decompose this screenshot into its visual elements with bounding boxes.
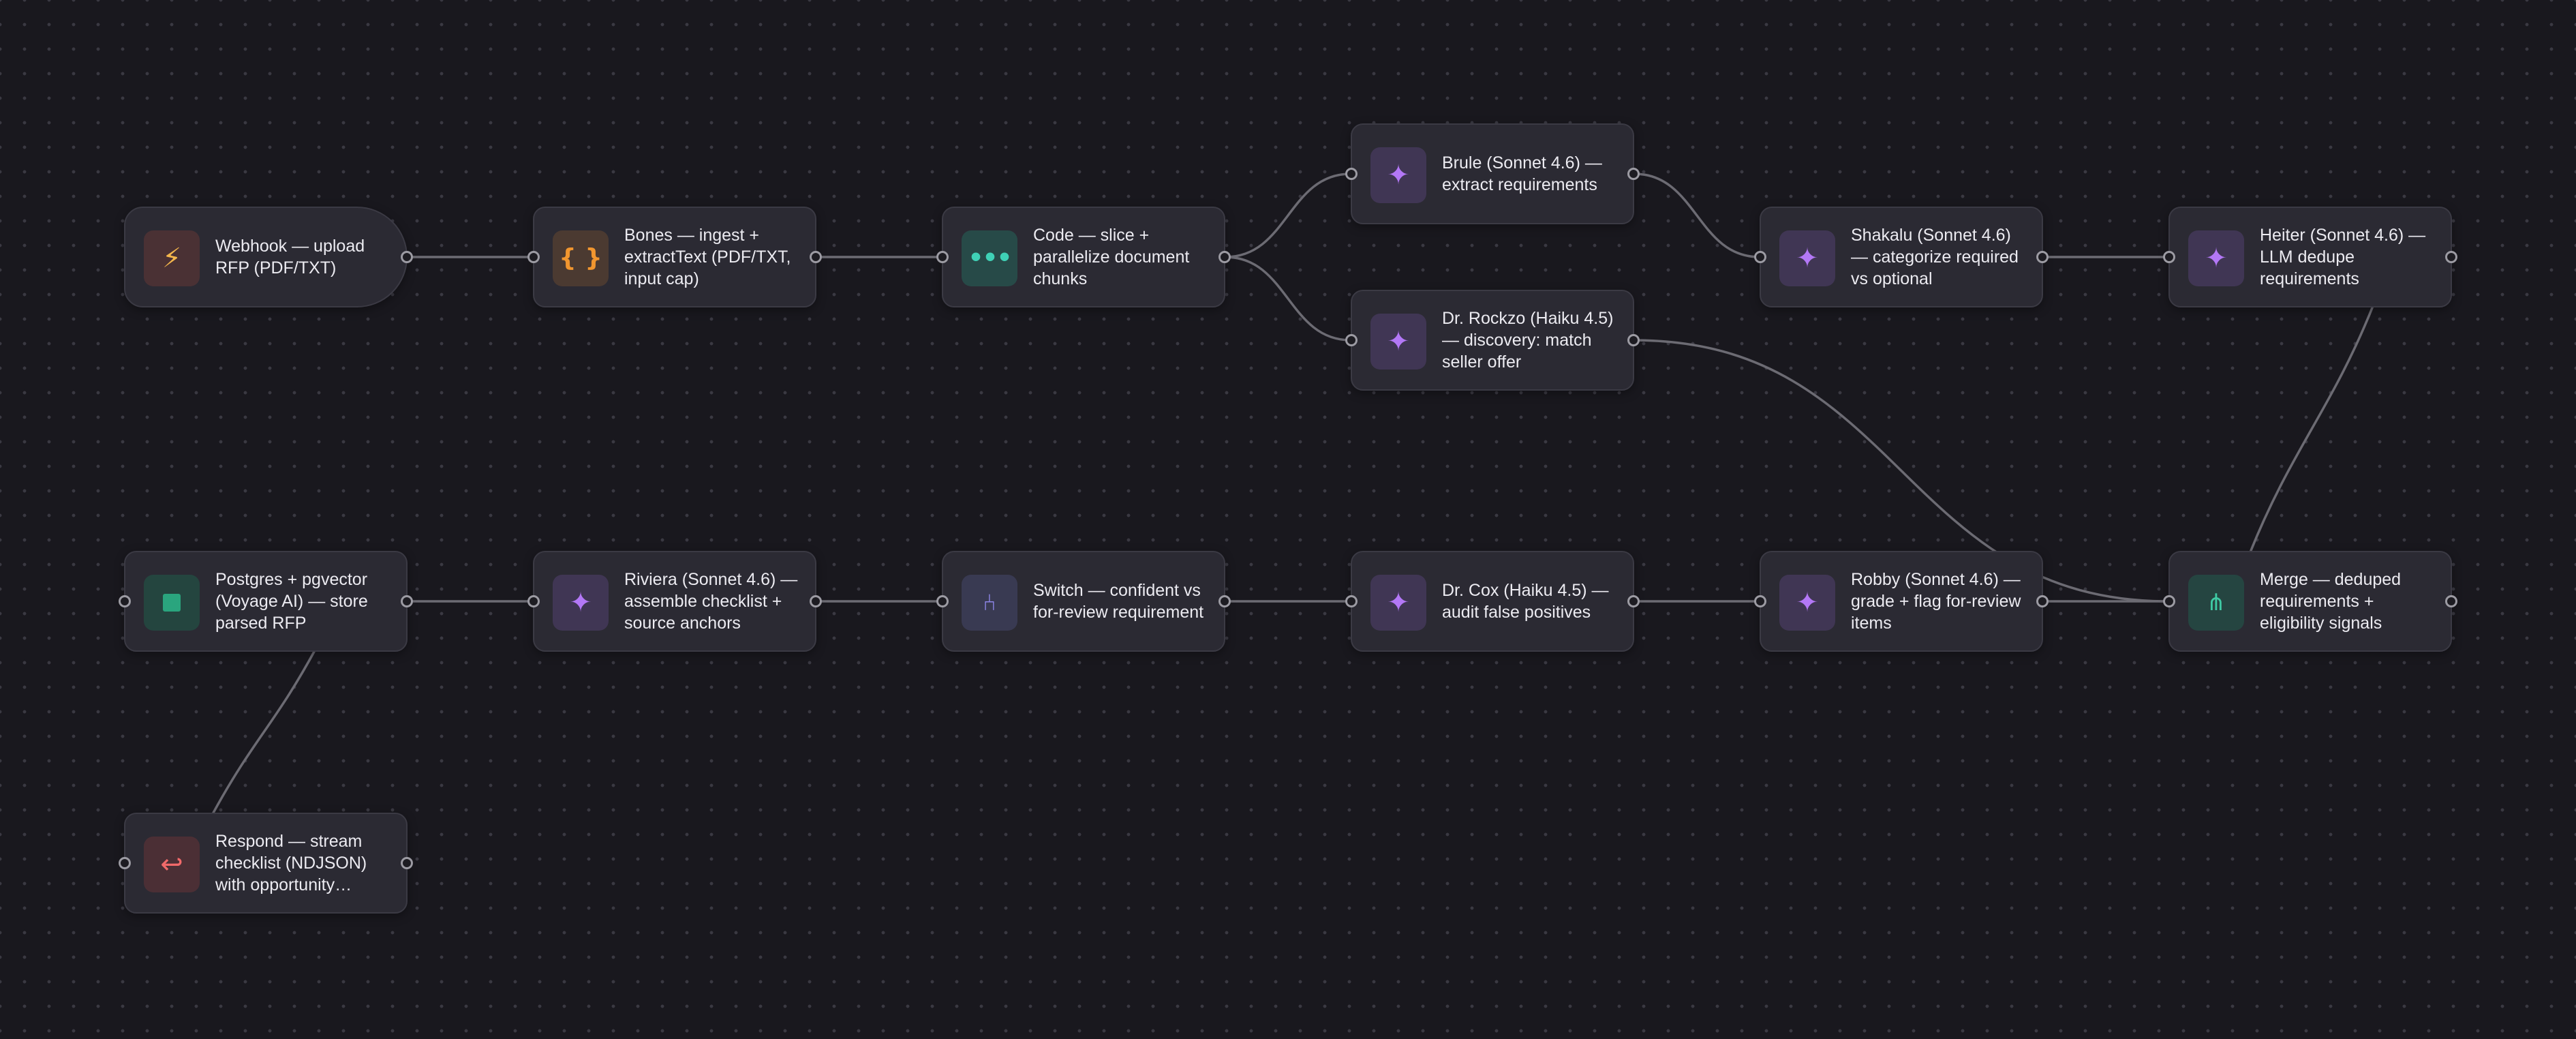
node-label: Dr. Rockzo (Haiku 4.5) — discovery: matc… [1442, 291, 1621, 389]
node-postgres[interactable]: Postgres + pgvector (Voyage AI) — store … [119, 551, 413, 652]
node-label-text: Dr. Rockzo (Haiku 4.5) — discovery: matc… [1442, 309, 1614, 372]
node-bones[interactable]: { } Bones — ingest + extractText (PDF/TXT… [527, 207, 822, 307]
input-port[interactable] [1345, 595, 1358, 607]
node-label: Webhook — upload RFP (PDF/TXT) [215, 208, 394, 306]
input-port[interactable] [119, 857, 131, 869]
input-port[interactable] [1345, 334, 1358, 346]
sparkle-icon: ✦ [1370, 147, 1426, 203]
node-label: Merge — deduped requirements + eligibili… [2260, 552, 2438, 650]
node-label-text: Heiter (Sonnet 4.6) — LLM dedupe require… [2260, 226, 2426, 288]
input-port[interactable] [2163, 251, 2175, 263]
node-cox[interactable]: ✦ Dr. Cox (Haiku 4.5) — audit false posit… [1345, 551, 1640, 652]
node-webhook[interactable]: ⚡ Webhook — upload RFP (PDF/TXT) [124, 207, 413, 307]
node-label-text: Bones — ingest + extractText (PDF/TXT, i… [624, 226, 791, 288]
node-label-text: Postgres + pgvector (Voyage AI) — store … [215, 570, 368, 633]
database-icon [144, 575, 200, 631]
node-label: Bones — ingest + extractText (PDF/TXT, i… [624, 208, 803, 306]
node-label: Respond — stream checklist (NDJSON) with… [215, 814, 394, 912]
node-label-text: Dr. Cox (Haiku 4.5) — audit false positi… [1442, 581, 1609, 622]
node-switch[interactable]: ⑃ Switch — confident vs for-review requir… [936, 551, 1231, 652]
node-label-text: Robby (Sonnet 4.6) — grade + flag for-re… [1851, 570, 2021, 633]
node-robby[interactable]: ✦ Robby (Sonnet 4.6) — grade + flag for-r… [1754, 551, 2049, 652]
node-label: Shakalu (Sonnet 4.6) — categorize requir… [1851, 208, 2029, 306]
node-label: Riviera (Sonnet 4.6) — assemble checklis… [624, 552, 803, 650]
sparkle-icon: ✦ [2188, 230, 2244, 286]
node-label-text: Respond — stream checklist (NDJSON) with… [215, 832, 367, 894]
node-brule[interactable]: ✦ Brule (Sonnet 4.6) — extract requiremen… [1345, 123, 1640, 224]
return-icon: ↩ [144, 837, 200, 892]
output-port[interactable] [2445, 595, 2457, 607]
sparkle-icon: ✦ [1370, 314, 1426, 370]
output-port[interactable] [1218, 595, 1231, 607]
node-label: Switch — confident vs for-review require… [1033, 552, 1212, 650]
node-label: Postgres + pgvector (Voyage AI) — store … [215, 552, 394, 650]
output-port[interactable] [1218, 251, 1231, 263]
merge-icon: ⋔ [2188, 575, 2244, 631]
output-port[interactable] [401, 251, 413, 263]
output-port[interactable] [810, 251, 822, 263]
sparkle-icon: ✦ [1779, 230, 1835, 286]
braces-icon: { } [553, 230, 609, 286]
node-label: Code — slice + parallelize document chun… [1033, 208, 1212, 306]
node-respond[interactable]: ↩ Respond — stream checklist (NDJSON) wit… [119, 813, 413, 914]
node-label: Heiter (Sonnet 4.6) — LLM dedupe require… [2260, 208, 2438, 306]
input-port[interactable] [936, 595, 949, 607]
output-port[interactable] [2036, 595, 2049, 607]
input-port[interactable] [1345, 168, 1358, 180]
output-port[interactable] [1627, 334, 1640, 346]
output-port[interactable] [1627, 595, 1640, 607]
node-label-text: Code — slice + parallelize document chun… [1033, 226, 1190, 288]
node-rockzo[interactable]: ✦ Dr. Rockzo (Haiku 4.5) — discovery: mat… [1345, 290, 1640, 391]
bolt-icon: ⚡ [144, 230, 200, 286]
node-label-text: Riviera (Sonnet 4.6) — assemble checklis… [624, 570, 798, 633]
node-heiter[interactable]: ✦ Heiter (Sonnet 4.6) — LLM dedupe requir… [2163, 207, 2457, 307]
node-label-text: Brule (Sonnet 4.6) — extract requirement… [1442, 153, 1602, 194]
input-port[interactable] [527, 251, 540, 263]
sparkle-icon: ✦ [1779, 575, 1835, 631]
node-label-text: Shakalu (Sonnet 4.6) — categorize requir… [1851, 226, 2019, 288]
input-port[interactable] [527, 595, 540, 607]
output-port[interactable] [810, 595, 822, 607]
node-merge[interactable]: ⋔ Merge — deduped requirements + eligibil… [2163, 551, 2457, 652]
output-port[interactable] [401, 595, 413, 607]
input-port[interactable] [1754, 595, 1766, 607]
node-label: Dr. Cox (Haiku 4.5) — audit false positi… [1442, 552, 1621, 650]
output-port[interactable] [1627, 168, 1640, 180]
switch-icon: ⑃ [962, 575, 1017, 631]
node-label: Brule (Sonnet 4.6) — extract requirement… [1442, 125, 1621, 223]
output-port[interactable] [2036, 251, 2049, 263]
input-port[interactable] [2163, 595, 2175, 607]
output-port[interactable] [2445, 251, 2457, 263]
input-port[interactable] [119, 595, 131, 607]
input-port[interactable] [936, 251, 949, 263]
output-port[interactable] [401, 857, 413, 869]
node-code[interactable]: ••• Code — slice + parallelize document c… [936, 207, 1231, 307]
node-label: Robby (Sonnet 4.6) — grade + flag for-re… [1851, 552, 2029, 650]
sparkle-icon: ✦ [553, 575, 609, 631]
node-shakalu[interactable]: ✦ Shakalu (Sonnet 4.6) — categorize requi… [1754, 207, 2049, 307]
node-label-text: Webhook — upload RFP (PDF/TXT) [215, 237, 365, 277]
input-port[interactable] [1754, 251, 1766, 263]
node-label-text: Merge — deduped requirements + eligibili… [2260, 570, 2402, 633]
node-label-text: Switch — confident vs for-review require… [1033, 581, 1204, 622]
sparkle-icon: ✦ [1370, 575, 1426, 631]
ellipsis-icon: ••• [962, 230, 1017, 286]
node-riviera[interactable]: ✦ Riviera (Sonnet 4.6) — assemble checkli… [527, 551, 822, 652]
